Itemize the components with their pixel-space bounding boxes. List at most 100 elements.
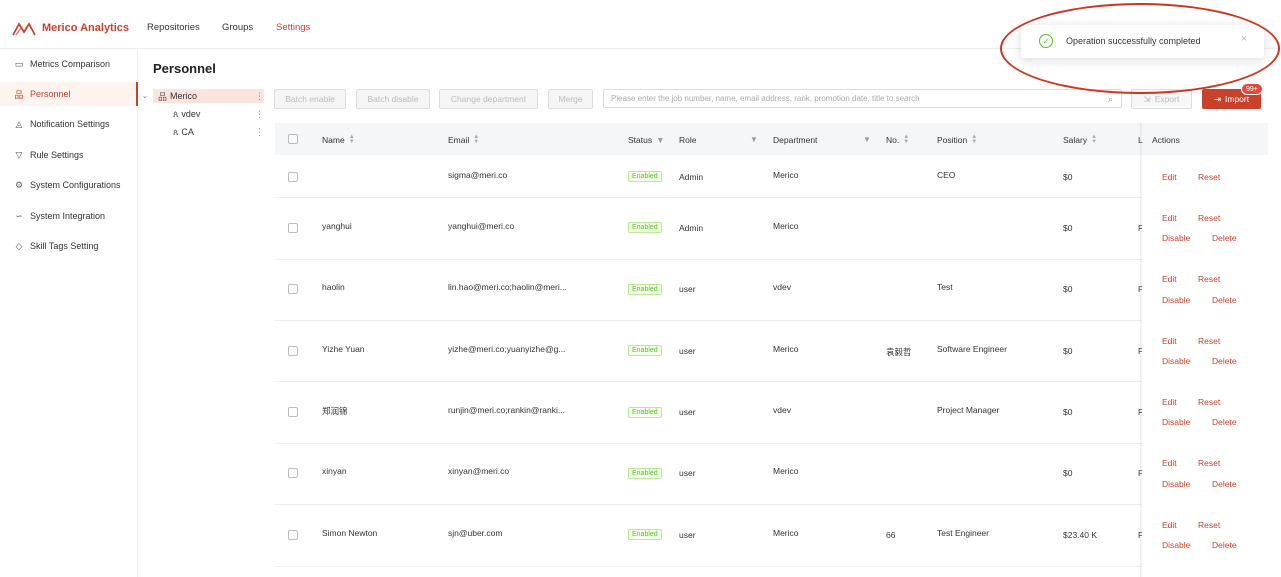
- disable-button[interactable]: Disable: [1162, 540, 1190, 550]
- cell-name: yanghui: [322, 221, 352, 231]
- cell-position: CEO: [937, 170, 956, 180]
- filter-icon[interactable]: ▼: [863, 135, 871, 144]
- sidebar-item-label: Rule Settings: [30, 150, 84, 160]
- cell-department: vdev: [773, 282, 791, 292]
- row-checkbox[interactable]: [288, 346, 298, 356]
- actions-column-shadow: [1140, 123, 1143, 577]
- reset-button[interactable]: Reset: [1198, 336, 1220, 346]
- sidebar-item-notification-settings[interactable]: ◬ Notification Settings: [0, 112, 138, 136]
- sidebar-item-label: System Configurations: [30, 180, 121, 190]
- disable-button[interactable]: Disable: [1162, 356, 1190, 366]
- disable-button[interactable]: Disable: [1162, 417, 1190, 427]
- select-all-checkbox[interactable]: [288, 134, 298, 144]
- column-header-salary[interactable]: Salary ▲ ▼: [1063, 134, 1097, 145]
- import-icon: ⇥: [1213, 93, 1222, 104]
- more-icon[interactable]: ⋮: [255, 109, 264, 120]
- app-name: Merico Analytics: [42, 22, 130, 34]
- edit-button[interactable]: Edit: [1162, 397, 1177, 407]
- tree-node-ca[interactable]: ጰ CA: [173, 125, 194, 139]
- delete-button[interactable]: Delete: [1212, 540, 1237, 550]
- sidebar-item-rule-settings[interactable]: ▽ Rule Settings: [0, 143, 138, 167]
- status-badge: Enabled: [628, 529, 662, 540]
- delete-button[interactable]: Delete: [1212, 295, 1237, 305]
- tree-node-vdev[interactable]: ጰ vdev: [173, 107, 200, 121]
- column-header-email[interactable]: Email ▲ ▼: [448, 134, 479, 145]
- row-divider: [275, 197, 1268, 198]
- status-badge: Enabled: [628, 171, 662, 182]
- reset-button[interactable]: Reset: [1198, 520, 1220, 530]
- reset-button[interactable]: Reset: [1198, 213, 1220, 223]
- sidebar-item-personnel[interactable]: 品 Personnel: [0, 82, 138, 106]
- nav-repositories[interactable]: Repositories: [147, 22, 200, 33]
- cell-department: Merico: [773, 466, 799, 476]
- delete-button[interactable]: Delete: [1212, 417, 1237, 427]
- row-checkbox[interactable]: [288, 530, 298, 540]
- sidebar-item-label: Metrics Comparison: [30, 59, 111, 69]
- column-header-no[interactable]: No. ▲ ▼: [886, 134, 910, 145]
- tree-node-label: Merico: [170, 91, 198, 101]
- row-checkbox[interactable]: [288, 468, 298, 478]
- delete-button[interactable]: Delete: [1212, 479, 1237, 489]
- disable-button[interactable]: Disable: [1162, 479, 1190, 489]
- reset-button[interactable]: Reset: [1198, 458, 1220, 468]
- nav-settings[interactable]: Settings: [276, 22, 310, 33]
- cell-position: Test Engineer: [937, 528, 989, 538]
- column-header-position[interactable]: Position ▲ ▼: [937, 134, 977, 145]
- search-input[interactable]: Please enter the job number, name, email…: [603, 89, 1122, 108]
- cell-email: sjn@uber.com: [448, 528, 503, 538]
- nav-groups[interactable]: Groups: [222, 22, 253, 33]
- bell-icon: ◬: [15, 118, 23, 129]
- column-header-department[interactable]: Department: [773, 135, 817, 145]
- tree-node-merico[interactable]: 品 Merico: [153, 89, 264, 103]
- edit-button[interactable]: Edit: [1162, 172, 1177, 182]
- edit-button[interactable]: Edit: [1162, 213, 1177, 223]
- edit-button[interactable]: Edit: [1162, 458, 1177, 468]
- cell-salary: $0: [1063, 468, 1073, 478]
- cell-department: Merico: [773, 170, 799, 180]
- row-divider: [275, 320, 1268, 321]
- edit-button[interactable]: Edit: [1162, 336, 1177, 346]
- tag-icon: ◇: [15, 240, 23, 251]
- status-badge: Enabled: [628, 222, 662, 233]
- row-checkbox[interactable]: [288, 172, 298, 182]
- more-icon[interactable]: ⋮: [255, 127, 264, 138]
- delete-button[interactable]: Delete: [1212, 356, 1237, 366]
- disable-button[interactable]: Disable: [1162, 233, 1190, 243]
- cell-role: user: [679, 530, 696, 540]
- more-icon[interactable]: ⋮: [255, 91, 264, 102]
- column-header-status[interactable]: Status ▼: [628, 135, 665, 145]
- cell-name: xinyan: [322, 466, 347, 476]
- column-header-name[interactable]: Name ▲ ▼: [322, 134, 355, 145]
- sidebar-item-system-configurations[interactable]: ⚙ System Configurations: [0, 173, 138, 197]
- edit-button[interactable]: Edit: [1162, 274, 1177, 284]
- batch-enable-button[interactable]: Batch enable: [274, 89, 346, 109]
- row-divider: [275, 504, 1268, 505]
- cell-role: user: [679, 284, 696, 294]
- chevron-down-icon[interactable]: ⌄: [142, 92, 148, 100]
- org-icon: 品: [14, 89, 24, 100]
- change-department-button[interactable]: Change department: [439, 89, 538, 109]
- batch-disable-button[interactable]: Batch disable: [356, 89, 430, 109]
- merge-button[interactable]: Merge: [548, 89, 593, 109]
- reset-button[interactable]: Reset: [1198, 274, 1220, 284]
- org-icon: 品: [158, 91, 168, 102]
- row-checkbox[interactable]: [288, 284, 298, 294]
- search-icon[interactable]: ⌕: [1108, 94, 1113, 105]
- sort-icon: ▲ ▼: [903, 134, 910, 145]
- sidebar-item-skill-tags-setting[interactable]: ◇ Skill Tags Setting: [0, 234, 138, 258]
- delete-button[interactable]: Delete: [1212, 233, 1237, 243]
- disable-button[interactable]: Disable: [1162, 295, 1190, 305]
- filter-icon[interactable]: ▼: [750, 135, 758, 144]
- row-checkbox[interactable]: [288, 407, 298, 417]
- reset-button[interactable]: Reset: [1198, 172, 1220, 182]
- sidebar-item-metrics-comparison[interactable]: ▭ Metrics Comparison: [0, 52, 138, 76]
- column-header-role[interactable]: Role: [679, 135, 696, 145]
- team-icon: ጰ: [173, 108, 179, 119]
- cell-department: Merico: [773, 344, 799, 354]
- edit-button[interactable]: Edit: [1162, 520, 1177, 530]
- logo[interactable]: Merico Analytics: [12, 20, 129, 36]
- reset-button[interactable]: Reset: [1198, 397, 1220, 407]
- sidebar-item-system-integration[interactable]: ∽ System Integration: [0, 204, 138, 228]
- row-checkbox[interactable]: [288, 223, 298, 233]
- sidebar-item-label: Skill Tags Setting: [30, 241, 99, 251]
